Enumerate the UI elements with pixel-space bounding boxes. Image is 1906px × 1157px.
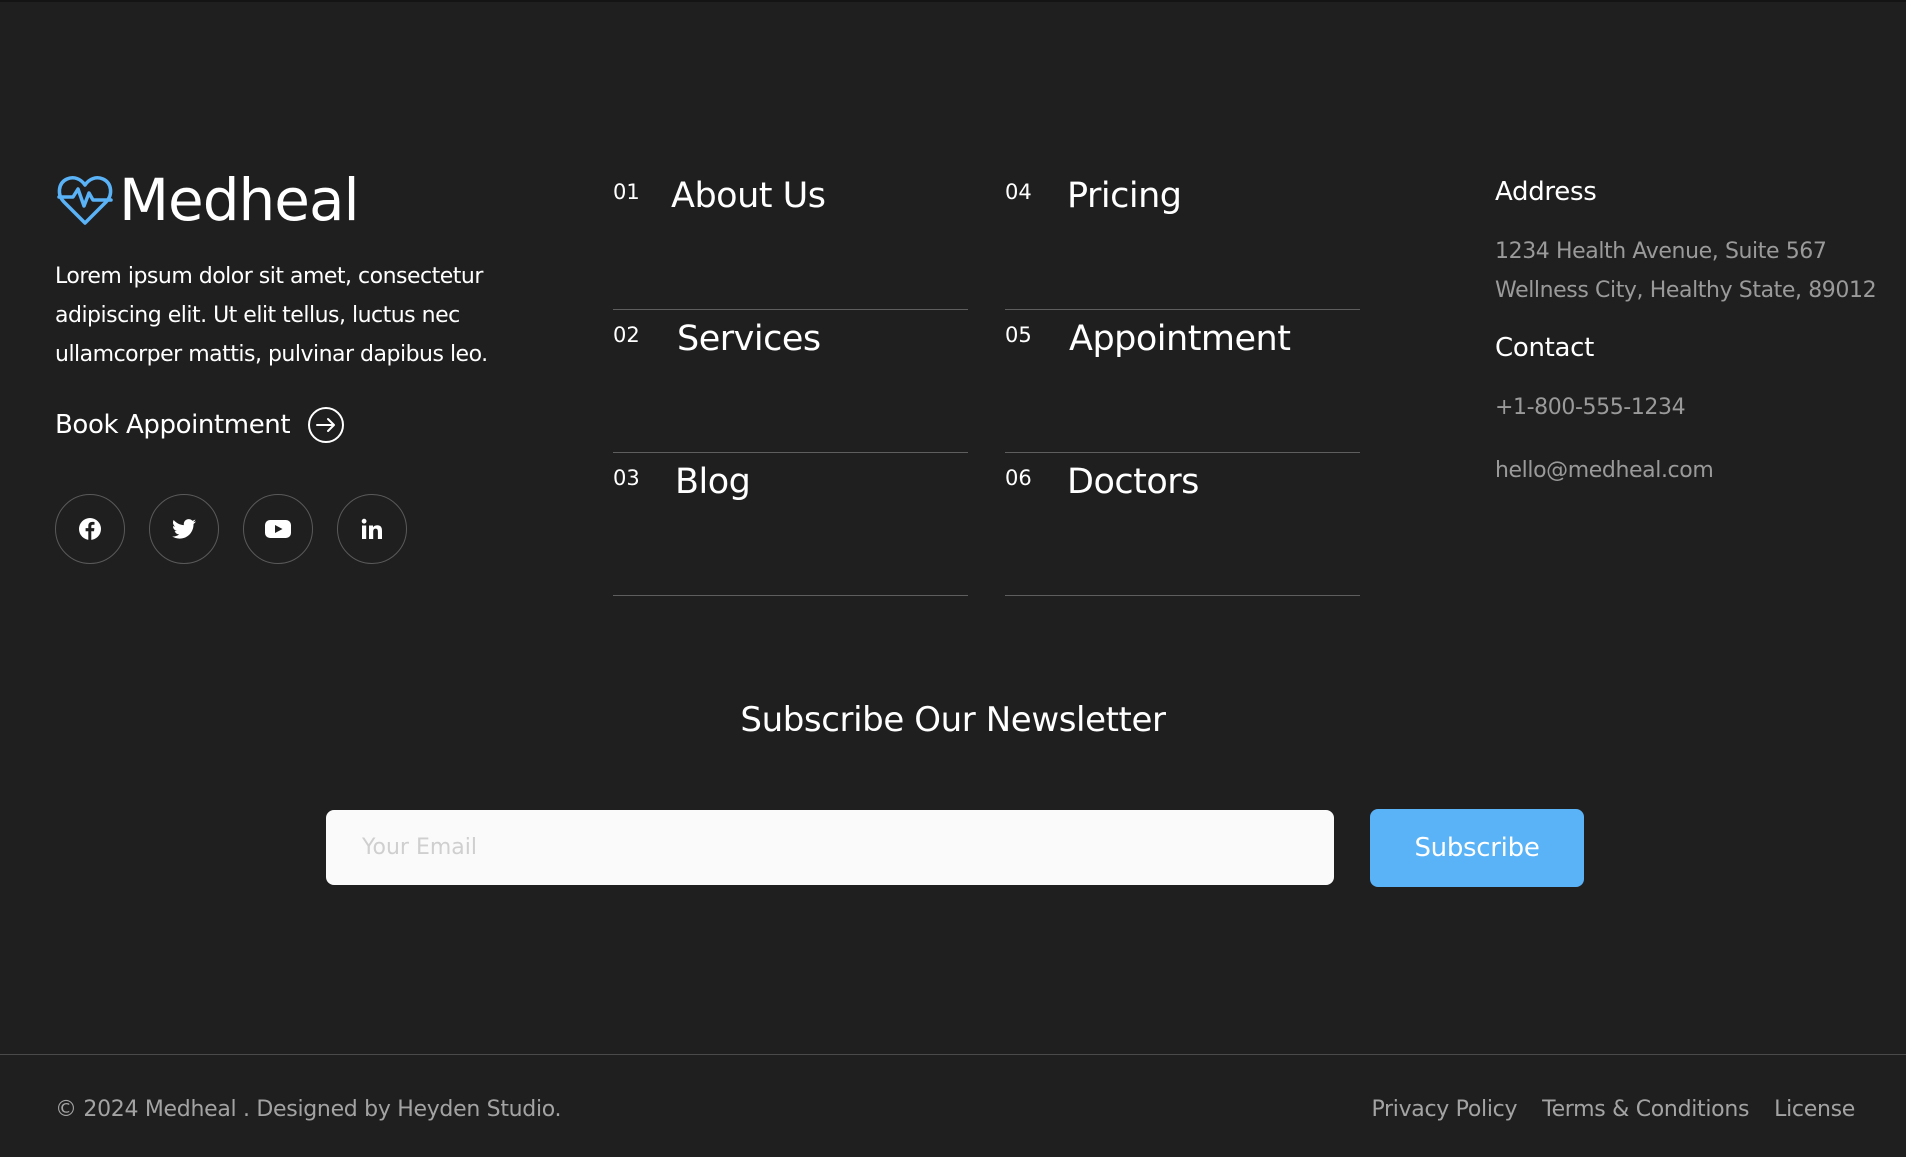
logo[interactable]: Medheal bbox=[55, 168, 515, 232]
newsletter-title: Subscribe Our Newsletter bbox=[740, 700, 1166, 740]
subscribe-button[interactable]: Subscribe bbox=[1370, 809, 1584, 887]
twitter-icon bbox=[172, 519, 196, 539]
linkedin-icon bbox=[361, 518, 382, 539]
nav-item-doctors[interactable]: 06 Doctors bbox=[1005, 454, 1360, 596]
twitter-button[interactable] bbox=[149, 494, 219, 564]
book-appointment-label: Book Appointment bbox=[55, 410, 291, 440]
nav-column-right: 04 Pricing 05 Appointment 06 Doctors bbox=[1005, 168, 1360, 596]
nav-number: 02 bbox=[613, 323, 640, 347]
nav-item-blog[interactable]: 03 Blog bbox=[613, 454, 968, 596]
arrow-right-circle-icon bbox=[308, 407, 345, 443]
nav-number: 01 bbox=[613, 180, 640, 204]
nav-number: 04 bbox=[1005, 180, 1032, 204]
brand-description: Lorem ipsum dolor sit amet, consectetur … bbox=[55, 264, 488, 367]
phone-link[interactable]: +1-800-555-1234 bbox=[1495, 388, 1895, 427]
nav-number: 05 bbox=[1005, 323, 1032, 347]
youtube-icon bbox=[265, 520, 291, 538]
brand-column: Medheal Lorem ipsum dolor sit amet, cons… bbox=[55, 168, 515, 564]
facebook-button[interactable] bbox=[55, 494, 125, 564]
terms-conditions-link[interactable]: Terms & Conditions bbox=[1542, 1097, 1749, 1122]
book-appointment-link[interactable]: Book Appointment bbox=[55, 406, 515, 444]
nav-label: Pricing bbox=[1067, 176, 1182, 216]
nav-item-services[interactable]: 02 Services bbox=[613, 311, 968, 453]
license-link[interactable]: License bbox=[1774, 1097, 1855, 1122]
nav-label: Doctors bbox=[1067, 462, 1199, 502]
heartbeat-icon bbox=[57, 176, 113, 225]
youtube-button[interactable] bbox=[243, 494, 313, 564]
address-heading: Address bbox=[1495, 177, 1597, 207]
legal-links: Privacy Policy Terms & Conditions Licens… bbox=[1371, 1097, 1855, 1122]
contact-heading: Contact bbox=[1495, 333, 1595, 363]
facebook-icon bbox=[79, 518, 101, 540]
email-link[interactable]: hello@medheal.com bbox=[1495, 451, 1895, 490]
footer-section: Medheal Lorem ipsum dolor sit amet, cons… bbox=[0, 0, 1906, 1157]
nav-item-pricing[interactable]: 04 Pricing bbox=[1005, 168, 1360, 310]
privacy-policy-link[interactable]: Privacy Policy bbox=[1371, 1097, 1517, 1122]
email-input[interactable] bbox=[326, 810, 1334, 885]
nav-label: Appointment bbox=[1069, 319, 1291, 359]
nav-item-about-us[interactable]: 01 About Us bbox=[613, 168, 968, 310]
nav-label: About Us bbox=[671, 176, 826, 216]
nav-label: Blog bbox=[675, 462, 751, 502]
nav-item-appointment[interactable]: 05 Appointment bbox=[1005, 311, 1360, 453]
contact-column: Address 1234 Health Avenue, Suite 567 We… bbox=[1495, 174, 1895, 490]
address-line-1: 1234 Health Avenue, Suite 567 bbox=[1495, 239, 1827, 264]
nav-number: 03 bbox=[613, 466, 640, 490]
logo-text: Medheal bbox=[119, 166, 360, 234]
nav-column-left: 01 About Us 02 Services 03 Blog bbox=[613, 168, 968, 596]
footer-divider bbox=[0, 1054, 1906, 1055]
social-links bbox=[55, 494, 515, 564]
nav-number: 06 bbox=[1005, 466, 1032, 490]
linkedin-button[interactable] bbox=[337, 494, 407, 564]
nav-label: Services bbox=[677, 319, 821, 359]
copyright-text: © 2024 Medheal . Designed by Heyden Stud… bbox=[55, 1097, 562, 1122]
address-line-2: Wellness City, Healthy State, 89012 bbox=[1495, 278, 1877, 303]
